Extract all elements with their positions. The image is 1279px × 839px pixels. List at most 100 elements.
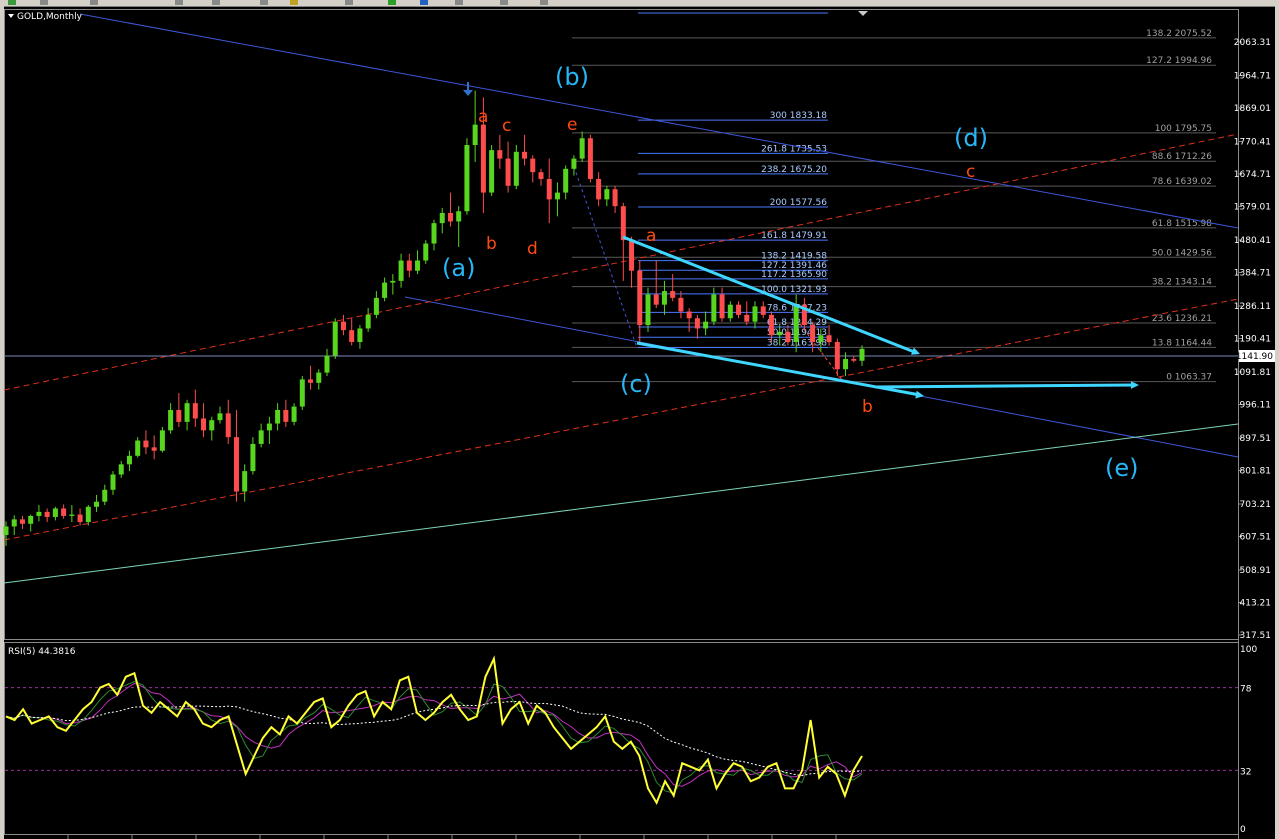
edit-icon[interactable] xyxy=(290,0,298,5)
wave-label-minor: c xyxy=(966,162,975,182)
candle-body xyxy=(308,379,314,383)
candle-body xyxy=(497,150,503,159)
candle-body xyxy=(505,158,511,186)
candle-body xyxy=(324,355,330,373)
chart-area[interactable]: 138.2 2075.52 127.2 1994.96 100 1795.75 88.… xyxy=(0,6,1275,839)
new-order-icon[interactable] xyxy=(8,0,16,5)
candle-body xyxy=(447,212,453,222)
rsi-line xyxy=(5,655,863,806)
candle-body xyxy=(135,440,141,456)
fib-ext-label: 100.0 1321.93 xyxy=(761,285,827,295)
toolbar-button[interactable] xyxy=(455,0,463,5)
axis-tick-label: 2063.31 xyxy=(1234,38,1271,48)
window-frame-right xyxy=(1275,6,1279,839)
toolbar-button[interactable] xyxy=(40,0,48,5)
candle-body xyxy=(785,331,791,343)
candle-body xyxy=(571,158,577,169)
candle-body xyxy=(826,335,832,343)
fib-level-label: 13.8 1164.44 xyxy=(1152,338,1212,348)
candle-body xyxy=(554,192,560,200)
candle-body xyxy=(604,189,610,200)
rsi-layer: 100 78 32 0 xyxy=(5,645,1257,839)
rsi-axis-label: 32 xyxy=(1240,767,1251,777)
add-icon[interactable] xyxy=(388,0,396,5)
toolbar-button[interactable] xyxy=(345,0,353,5)
axis-tick-label: 1869.01 xyxy=(1234,104,1271,114)
candle-body xyxy=(382,282,388,298)
axis-tick-label: 1770.41 xyxy=(1234,137,1271,147)
wave-label-major: (b) xyxy=(555,63,589,91)
candle-body xyxy=(661,291,667,305)
candle-body xyxy=(61,508,67,516)
candle-body xyxy=(340,321,346,331)
rsi-panel-frame xyxy=(4,642,1239,835)
fib-level-label: 88.6 1712.26 xyxy=(1152,152,1212,162)
upper-channel-line xyxy=(79,13,1239,229)
candle-body xyxy=(176,409,182,422)
toolbar-button[interactable] xyxy=(90,0,98,5)
axis-tick-label: 607.51 xyxy=(1240,532,1272,542)
breakout-arrow-line xyxy=(874,383,1135,389)
axis-tick-label: 1480.41 xyxy=(1234,236,1271,246)
axis-tick-label: 1674.71 xyxy=(1234,170,1271,180)
main-chart-frame xyxy=(4,9,1239,640)
candle-body xyxy=(332,321,338,356)
candle-body xyxy=(464,145,470,212)
candle-body xyxy=(719,294,725,319)
axis-tick-label: 508.91 xyxy=(1240,566,1272,576)
fib-level-label: 78.6 1639.02 xyxy=(1152,177,1212,187)
wave-label-minor: a xyxy=(478,107,488,127)
rsi-axis-label: 78 xyxy=(1240,685,1252,695)
candle-body xyxy=(406,260,412,271)
toolbar-button[interactable] xyxy=(500,0,508,5)
candle-body xyxy=(77,514,83,523)
rsi-signal-line xyxy=(5,682,863,787)
candle-body xyxy=(736,304,742,315)
axis-tick-label: 1190.41 xyxy=(1234,335,1271,345)
wave-label-major: (e) xyxy=(1105,454,1139,482)
rsi-signal-line xyxy=(5,681,863,794)
candle-body xyxy=(859,348,865,361)
candle-body xyxy=(818,335,824,343)
candle-body xyxy=(810,325,816,343)
candle-body xyxy=(843,359,849,370)
chart-menu-icon[interactable] xyxy=(8,14,14,18)
trendlines-layer xyxy=(3,13,1239,584)
fib-level-label: 61.8 1515.98 xyxy=(1152,219,1212,229)
peak-marker-icon xyxy=(463,90,473,96)
candle-body xyxy=(620,206,626,241)
wave-label-minor: d xyxy=(527,239,538,259)
toolbar-button[interactable] xyxy=(260,0,268,5)
candle-body xyxy=(283,409,289,422)
fib-level-label: 100 1795.75 xyxy=(1155,124,1212,134)
candle-body xyxy=(415,260,421,271)
globe-icon[interactable] xyxy=(420,0,428,5)
toolbar-button[interactable] xyxy=(540,0,548,5)
axis-tick-label: 1384.71 xyxy=(1234,269,1271,279)
candle-body xyxy=(233,437,239,492)
toolbar-button[interactable] xyxy=(212,0,220,5)
wave-label-minor: a xyxy=(646,226,656,246)
toolbar-button[interactable] xyxy=(175,0,183,5)
wave-label-minor: c xyxy=(502,116,511,136)
candle-body xyxy=(768,314,774,336)
candle-body xyxy=(480,124,486,193)
candle-body xyxy=(645,294,651,326)
arrow-head-icon xyxy=(915,390,924,399)
candle-body xyxy=(316,372,322,383)
candle-body xyxy=(653,294,659,305)
candle-body xyxy=(711,294,717,322)
arrow-head-icon xyxy=(1130,381,1139,389)
candle-body xyxy=(19,519,25,524)
candle-body xyxy=(373,297,379,315)
candle-body xyxy=(670,291,676,298)
fib-ext-label: 200 1577.56 xyxy=(770,198,828,208)
fib-ext-label: 238.2 1675.20 xyxy=(761,165,827,175)
candle-body xyxy=(522,151,528,159)
candle-body xyxy=(390,280,396,283)
fib-ext-label: 117.2 1365.90 xyxy=(761,270,827,280)
wave-label-major: (a) xyxy=(442,254,475,282)
candle-body xyxy=(85,506,91,523)
wave-label-major: (c) xyxy=(620,370,652,398)
axis-tick-label: 1091.81 xyxy=(1234,368,1271,378)
